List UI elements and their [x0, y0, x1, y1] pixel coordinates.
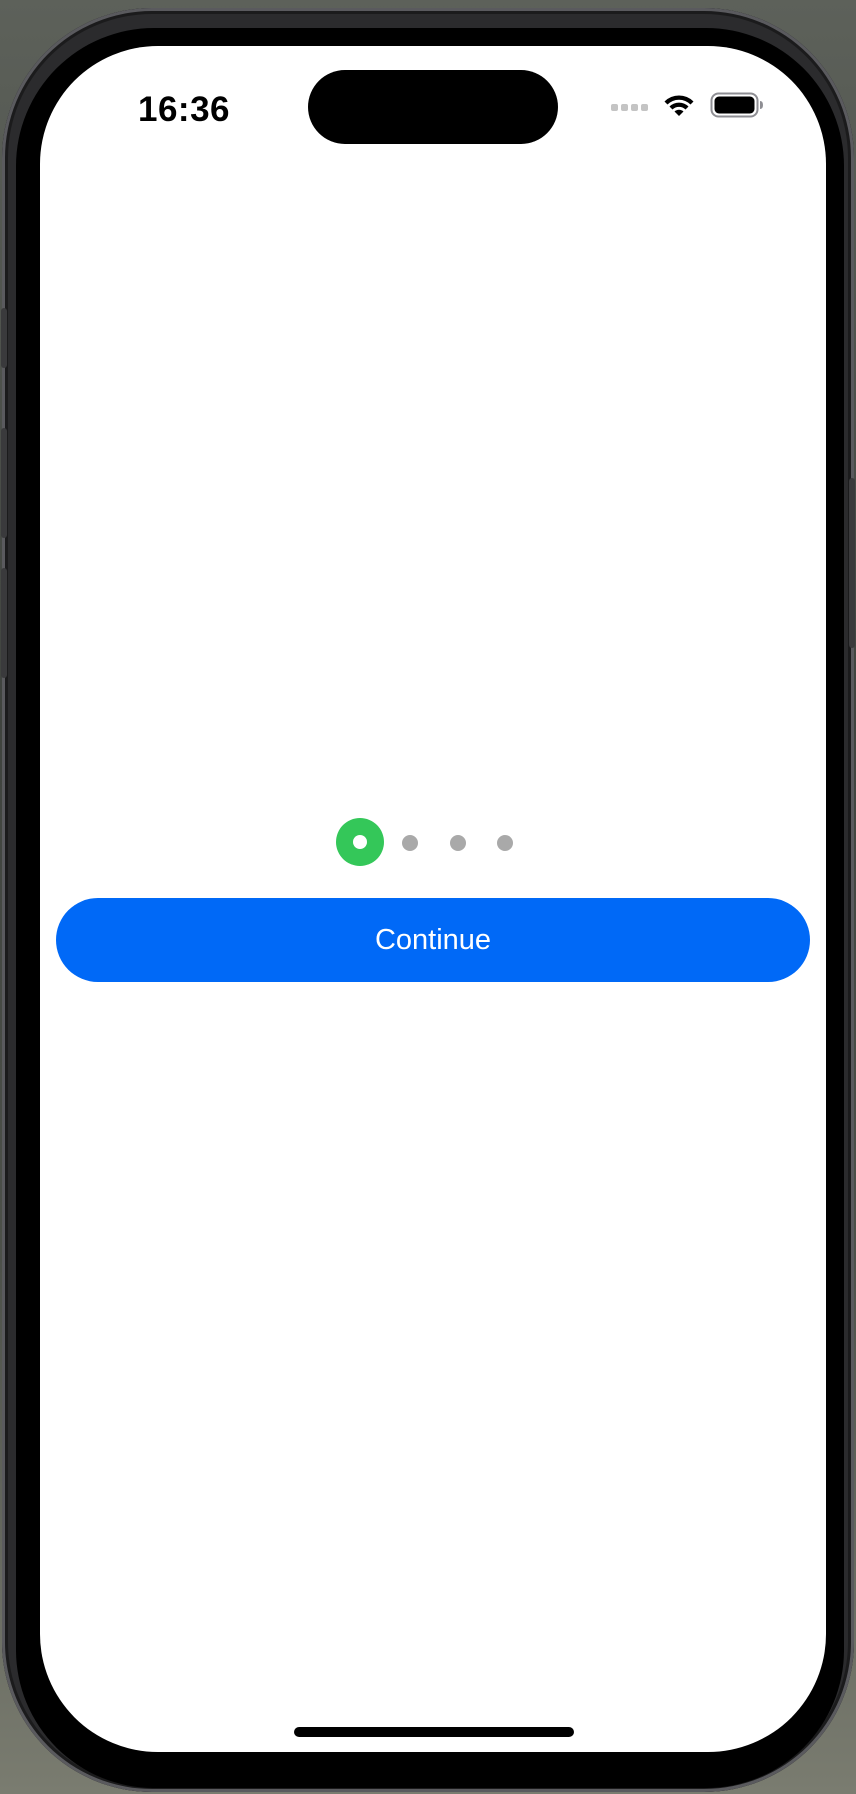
side-button	[849, 478, 855, 648]
page-indicator[interactable]	[40, 818, 826, 868]
status-bar-indicators	[611, 92, 764, 122]
page-dot[interactable]	[497, 835, 513, 851]
home-indicator[interactable]	[294, 1727, 574, 1737]
volume-up-button	[1, 428, 7, 538]
device-screen: 16:36 Continue	[40, 46, 826, 1752]
page-dot[interactable]	[402, 835, 418, 851]
continue-button[interactable]: Continue	[56, 898, 810, 982]
page-dot-active[interactable]	[336, 818, 384, 866]
status-bar-time: 16:36	[138, 90, 231, 129]
battery-icon	[710, 92, 764, 123]
dynamic-island	[308, 70, 558, 144]
page-dot[interactable]	[450, 835, 466, 851]
cellular-signal-icon	[611, 103, 648, 111]
wifi-icon	[662, 92, 696, 123]
action-button	[1, 308, 7, 368]
volume-down-button	[1, 568, 7, 678]
